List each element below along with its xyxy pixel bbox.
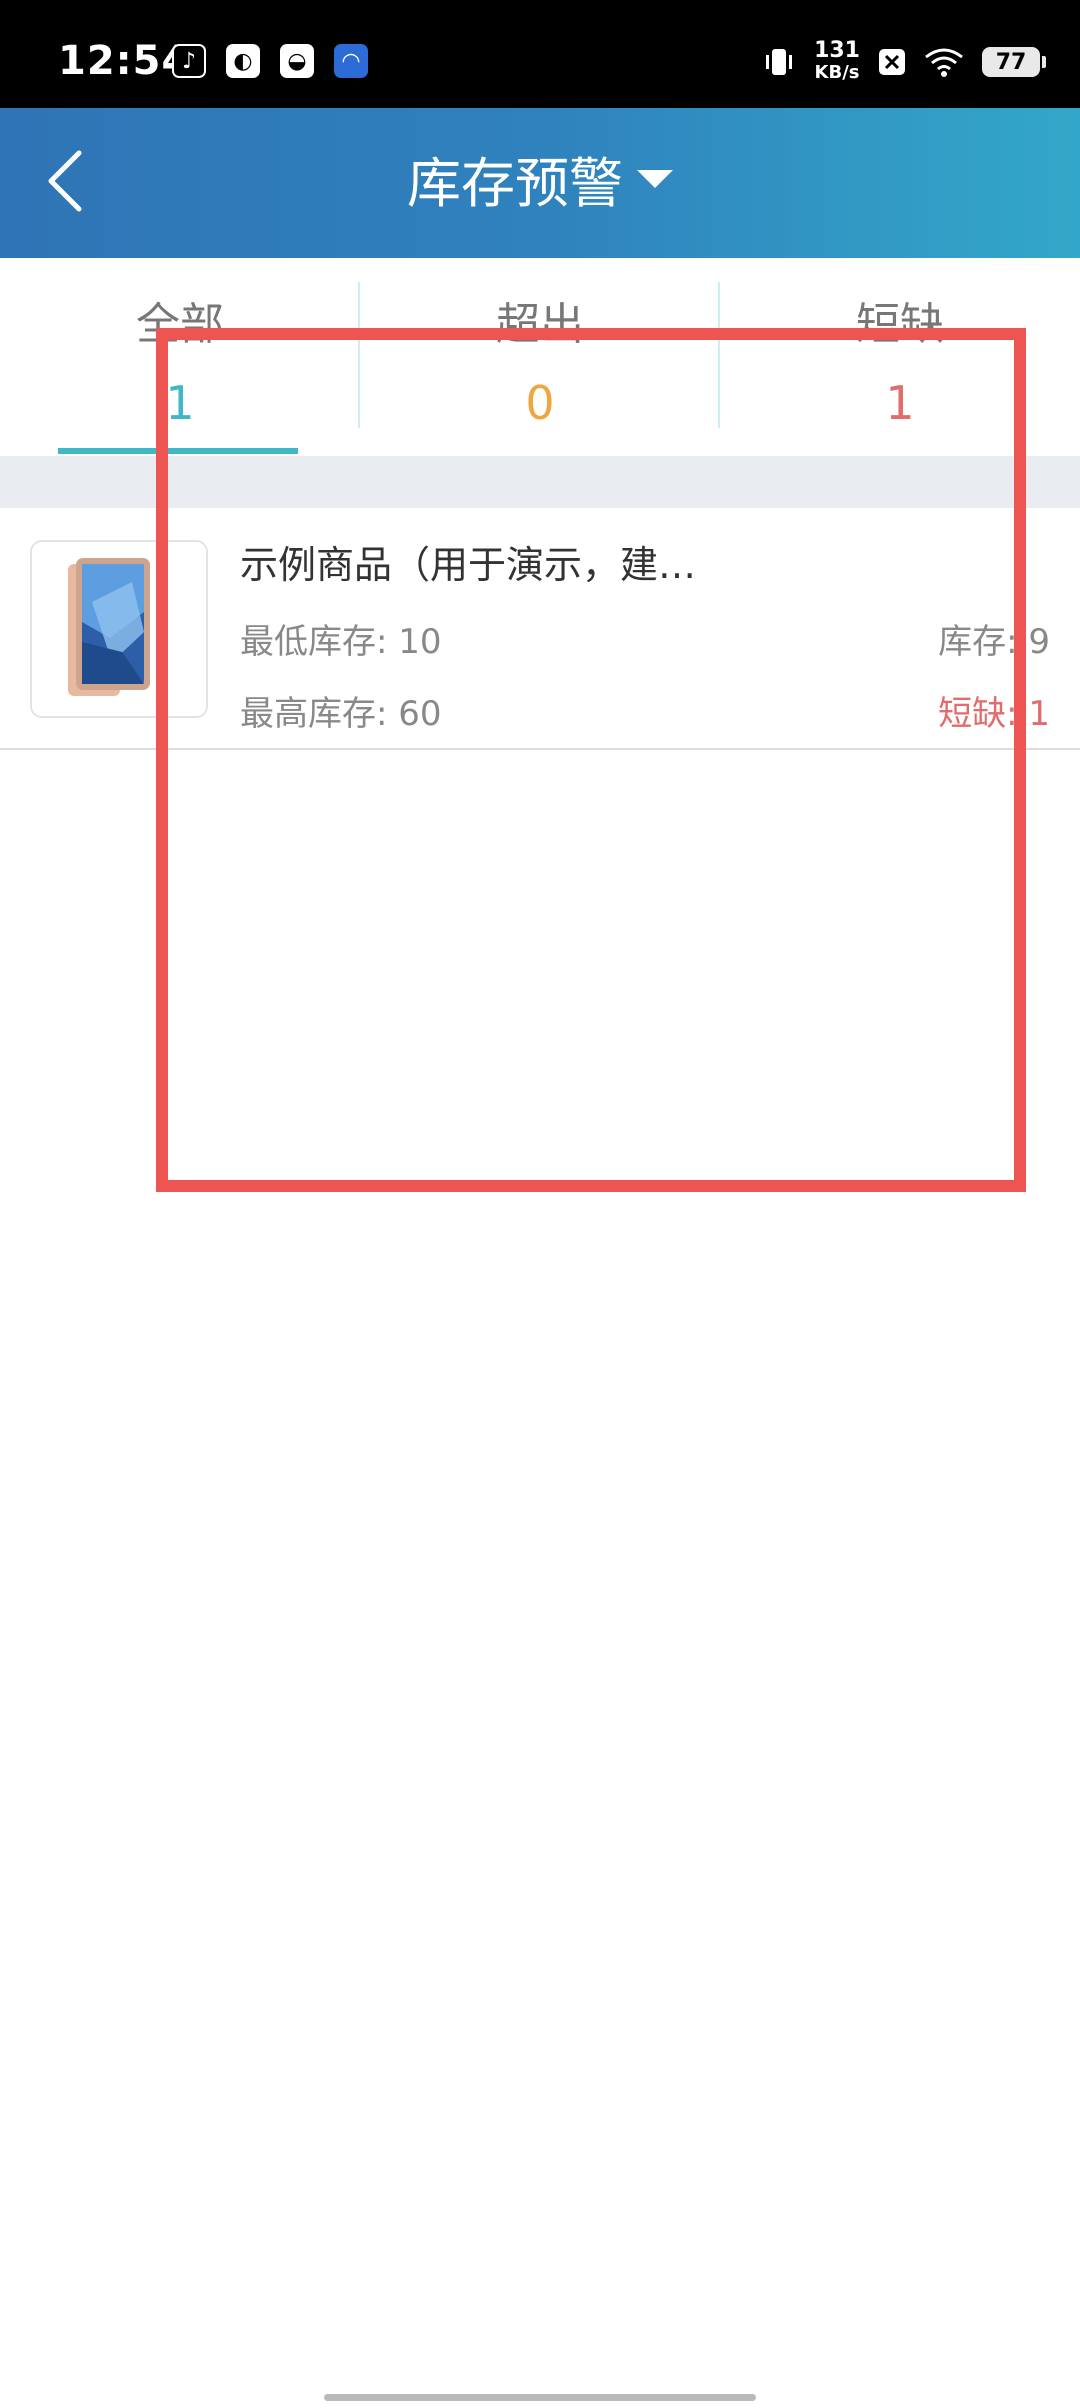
home-indicator[interactable] — [324, 2394, 756, 2401]
tablet-product-image — [32, 542, 206, 716]
shopping-bag-icon: ◒ — [280, 44, 314, 78]
net-speed-unit: KB/s — [814, 62, 860, 83]
app-swirl-icon: ◐ — [226, 44, 260, 78]
tab-label: 全部 — [136, 299, 224, 350]
tiktok-icon: ♪ — [172, 44, 206, 78]
status-time: 12:54 — [58, 38, 191, 84]
tab-count: 1 — [885, 376, 915, 430]
current-stock: 库存: 9 — [938, 622, 1050, 662]
status-bar: 12:54 ♪ ◐ ◒ ◠ 131 KB/s 77 — [0, 0, 1080, 108]
shortage-amount: 短缺: 1 — [938, 694, 1050, 734]
tab-label: 短缺 — [856, 299, 944, 350]
active-tab-underline — [58, 448, 298, 454]
net-speed-value: 131 — [814, 38, 860, 63]
page: 12:54 ♪ ◐ ◒ ◠ 131 KB/s 77 库存预警 全部 1 超出 0… — [0, 0, 1080, 2408]
tab-all[interactable]: 全部 1 — [0, 258, 360, 454]
app-blue-icon: ◠ — [334, 44, 368, 78]
filter-tabs: 全部 1 超出 0 短缺 1 — [0, 258, 1080, 454]
min-stock: 最低库存: 10 — [240, 622, 442, 662]
tab-count: 0 — [525, 376, 555, 430]
tab-label: 超出 — [496, 299, 584, 350]
vibrate-icon — [766, 49, 793, 75]
network-speed: 131 KB/s — [814, 40, 860, 84]
battery-indicator: 77 — [982, 47, 1046, 77]
page-title-dropdown[interactable]: 库存预警 — [0, 152, 1080, 216]
list-item[interactable]: 示例商品（用于演示，建… 最低库存: 10 最高库存: 60 库存: 9 短缺:… — [0, 508, 1080, 750]
status-right: 131 KB/s 77 — [762, 40, 1046, 84]
page-title: 库存预警 — [407, 152, 623, 215]
status-app-icons: ♪ ◐ ◒ ◠ — [172, 44, 368, 78]
tab-exceed[interactable]: 超出 0 — [360, 258, 720, 454]
close-notification-icon — [879, 49, 905, 75]
section-separator — [0, 456, 1080, 508]
app-header: 库存预警 — [0, 108, 1080, 258]
max-stock: 最高库存: 60 — [240, 694, 442, 734]
caret-down-icon — [637, 170, 673, 189]
tab-count: 1 — [165, 376, 195, 430]
product-title: 示例商品（用于演示，建… — [240, 543, 697, 587]
product-thumbnail — [30, 540, 208, 718]
wifi-icon — [925, 48, 963, 77]
tab-shortage[interactable]: 短缺 1 — [720, 258, 1080, 454]
